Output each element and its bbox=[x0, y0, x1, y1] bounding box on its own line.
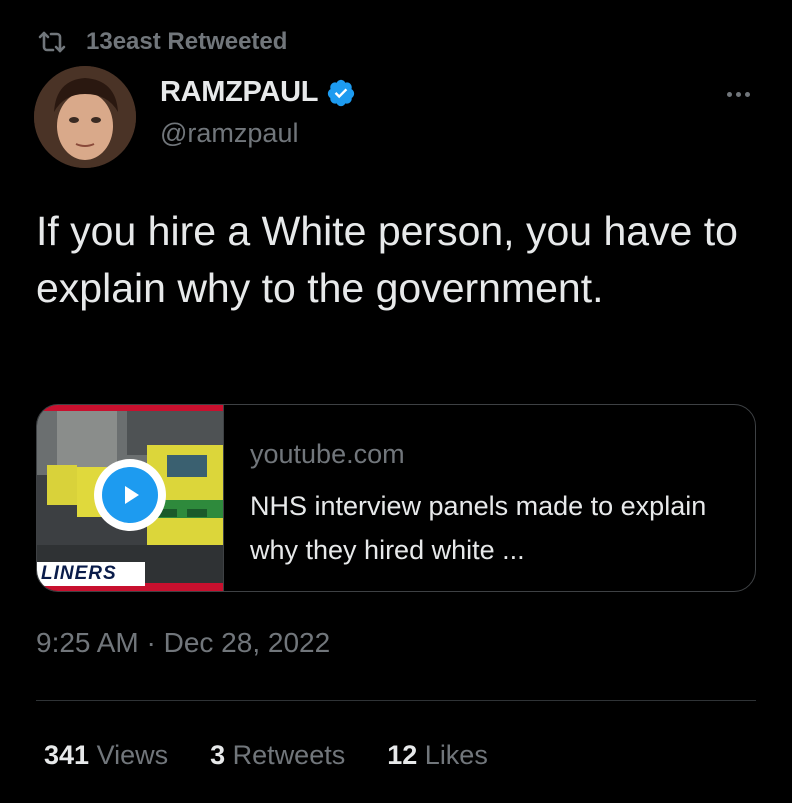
card-domain: youtube.com bbox=[250, 439, 405, 469]
divider bbox=[36, 700, 756, 701]
likes-count: 12 bbox=[387, 740, 418, 770]
likes-label: Likes bbox=[424, 740, 488, 770]
verified-badge-icon bbox=[328, 79, 355, 106]
play-icon[interactable] bbox=[94, 459, 166, 531]
card-thumbnail[interactable]: LINERS bbox=[37, 405, 224, 591]
retweets-count: 3 bbox=[210, 740, 226, 770]
views-stat[interactable]: 341 Views bbox=[44, 740, 168, 771]
tweet-timestamp[interactable]: 9:25 AM · Dec 28, 2022 bbox=[36, 627, 330, 659]
author-name[interactable]: RAMZPAUL bbox=[160, 76, 318, 109]
avatar[interactable] bbox=[34, 66, 136, 168]
views-count: 341 bbox=[44, 740, 90, 770]
tweet-text: If you hire a White person, you have to … bbox=[36, 208, 738, 311]
retweet-label: 13east Retweeted bbox=[86, 28, 288, 55]
tweet-stats: 341 Views 3 Retweets 12 Likes bbox=[44, 740, 488, 771]
retweet-icon bbox=[36, 29, 68, 55]
card-title[interactable]: NHS interview panels made to explain why… bbox=[250, 484, 755, 572]
thumbnail-banner: LINERS bbox=[37, 562, 145, 586]
author-handle[interactable]: @ramzpaul bbox=[160, 118, 298, 149]
link-card[interactable]: LINERS youtube.com NHS interview panels … bbox=[36, 404, 756, 592]
more-options-icon[interactable] bbox=[720, 82, 756, 106]
retweet-context[interactable]: 13east Retweeted bbox=[36, 26, 287, 58]
retweets-label: Retweets bbox=[232, 740, 346, 770]
retweets-stat[interactable]: 3 Retweets bbox=[210, 740, 345, 771]
views-label: Views bbox=[96, 740, 169, 770]
author-name-row[interactable]: RAMZPAUL bbox=[160, 76, 356, 109]
likes-stat[interactable]: 12 Likes bbox=[387, 740, 488, 771]
